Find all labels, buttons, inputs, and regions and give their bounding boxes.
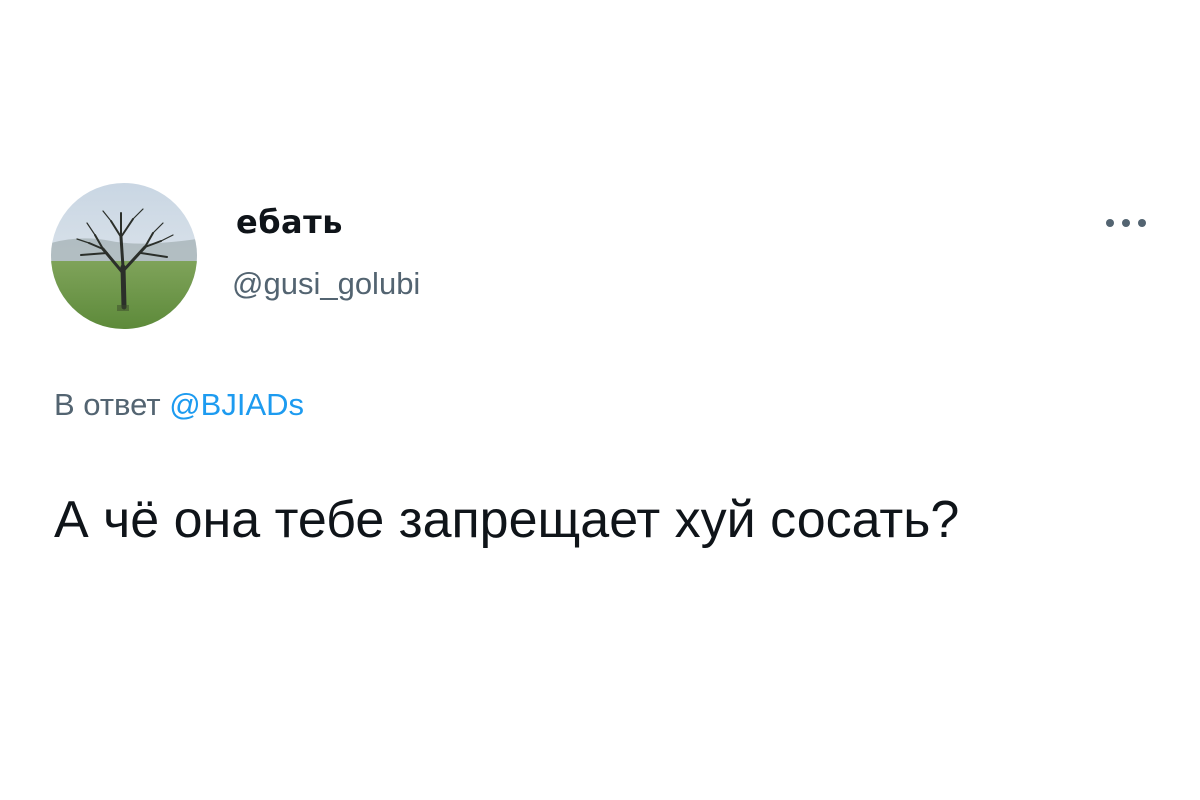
more-horizontal-icon (1106, 219, 1146, 227)
avatar[interactable] (51, 183, 197, 329)
reply-context: В ответ @BJIADs (54, 387, 304, 423)
tree-avatar-image (51, 183, 197, 329)
reply-prefix: В ответ (54, 387, 161, 422)
reply-mention-link[interactable]: @BJIADs (169, 387, 304, 422)
tweet-text: А чё она тебе запрещает хуй сосать? (54, 491, 960, 549)
more-options-button[interactable] (1094, 206, 1158, 240)
author-handle[interactable]: @gusi_golubi (232, 266, 420, 302)
page: ебать @gusi_golubi В ответ @BJIADs А чё … (0, 0, 1200, 800)
tweet-card[interactable]: ебать @gusi_golubi В ответ @BJIADs А чё … (0, 0, 1200, 800)
author-display-name[interactable]: ебать (236, 203, 343, 241)
